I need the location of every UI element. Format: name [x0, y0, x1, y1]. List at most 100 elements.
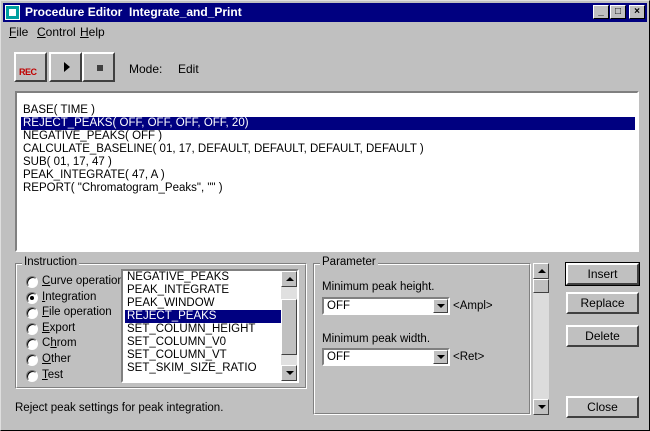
dropdown-button[interactable]: [433, 299, 448, 313]
list-item[interactable]: SET_SKIM_SIZE_RATIO: [125, 362, 283, 375]
record-button[interactable]: REC: [14, 52, 47, 82]
radio-label-accel: F: [42, 306, 50, 318]
list-scroll-down-button[interactable]: [281, 365, 297, 381]
min-peak-height-value: OFF: [327, 300, 350, 312]
menu-file-rest: ile: [16, 25, 29, 39]
menu-bar: File Control Help: [3, 23, 647, 41]
radio-button[interactable]: [26, 354, 38, 366]
stop-icon: [97, 65, 103, 71]
mode-label: Mode:: [129, 62, 163, 76]
radio-label-rest: urve operation: [50, 275, 124, 287]
insert-button[interactable]: Insert: [565, 262, 640, 286]
script-line-selected[interactable]: REJECT_PEAKS( OFF, OFF, OFF, OFF, 20): [21, 117, 635, 130]
script-line[interactable]: CALCULATE_BASELINE( 01, 17, DEFAULT, DEF…: [21, 143, 424, 156]
maximize-icon: □: [614, 6, 622, 17]
arrow-down-icon: [286, 371, 294, 375]
radio-label-rest: est: [47, 369, 64, 381]
maximize-button[interactable]: □: [610, 5, 626, 19]
mode-value: Edit: [178, 62, 199, 76]
list-item[interactable]: SET_COLUMN_VT: [125, 349, 283, 362]
title-bar[interactable]: Procedure Editor Integrate_and_Print _ □…: [3, 3, 647, 22]
menu-help-accel: H: [80, 25, 89, 39]
stop-button[interactable]: [82, 52, 115, 82]
parameter-group-title: Parameter: [320, 256, 378, 268]
script-line[interactable]: REPORT( "Chromatogram_Peaks", "" ): [21, 182, 223, 195]
param-scroll-down-button[interactable]: [533, 399, 549, 415]
min-peak-width-label: Minimum peak width.: [322, 333, 431, 345]
script-line[interactable]: NEGATIVE_PEAKS( OFF ): [21, 130, 162, 143]
procedure-script-box[interactable]: BASE( TIME ) REJECT_PEAKS( OFF, OFF, OFF…: [15, 91, 639, 252]
list-scroll-up-button[interactable]: [281, 271, 297, 287]
close-button[interactable]: Close: [566, 396, 639, 418]
instruction-group-title: Instruction: [22, 256, 80, 268]
script-line[interactable]: PEAK_INTEGRATE( 47, A ): [21, 169, 165, 182]
radio-button[interactable]: [26, 307, 38, 319]
play-icon: [64, 62, 70, 72]
menu-help-rest: elp: [88, 25, 105, 39]
chevron-down-icon: [437, 355, 445, 359]
list-item[interactable]: PEAK_INTEGRATE: [125, 284, 283, 297]
radio-label-rest: xport: [49, 322, 76, 334]
list-item[interactable]: SET_COLUMN_V0: [125, 336, 283, 349]
menu-file[interactable]: File: [9, 25, 28, 39]
close-icon: ×: [634, 6, 640, 17]
min-peak-width-select[interactable]: OFF: [322, 348, 450, 366]
list-item[interactable]: PEAK_WINDOW: [125, 297, 283, 310]
radio-label-accel: O: [42, 353, 51, 365]
list-item[interactable]: NEGATIVE_PEAKS: [125, 271, 283, 284]
radio-button[interactable]: [26, 323, 38, 335]
list-item[interactable]: SET_COLUMN_HEIGHT: [125, 323, 283, 336]
menu-control-accel: C: [37, 25, 46, 39]
chevron-down-icon: [437, 304, 445, 308]
window-title: Procedure Editor Integrate_and_Print: [25, 5, 242, 19]
radio-label-accel: E: [42, 322, 50, 334]
dropdown-button[interactable]: [433, 350, 448, 364]
arrow-up-icon: [286, 277, 294, 281]
minimize-button[interactable]: _: [593, 5, 609, 19]
close-window-button[interactable]: ×: [629, 5, 645, 19]
status-description: Reject peak settings for peak integratio…: [15, 402, 224, 414]
procedure-editor-window: Procedure Editor Integrate_and_Print _ □…: [0, 0, 650, 431]
radio-label-rest: rom: [56, 337, 77, 349]
radio-label: File operation: [42, 305, 112, 320]
radio-label: Test: [42, 368, 63, 383]
menu-control-rest: ontrol: [45, 25, 76, 39]
min-peak-height-label: Minimum peak height.: [322, 281, 435, 293]
min-peak-width-unit: <Ret>: [453, 351, 485, 363]
minimize-icon: _: [598, 6, 604, 17]
radio-button[interactable]: [26, 338, 38, 350]
script-line[interactable]: BASE( TIME ): [21, 104, 95, 117]
menu-control[interactable]: Control: [37, 25, 76, 39]
record-icon: REC: [19, 67, 37, 77]
radio-button[interactable]: [26, 370, 38, 382]
radio-label: Other: [42, 352, 71, 367]
radio-button-selected[interactable]: [26, 292, 38, 304]
radio-label: Integration: [42, 290, 96, 305]
min-peak-height-select[interactable]: OFF: [322, 297, 450, 315]
play-button[interactable]: [49, 52, 82, 82]
parameter-scrollbar[interactable]: [533, 263, 549, 415]
list-scrollbar[interactable]: [281, 271, 297, 381]
param-scroll-thumb[interactable]: [533, 279, 549, 293]
radio-label: Export: [42, 321, 75, 336]
list-scroll-thumb[interactable]: [281, 299, 297, 355]
radio-button[interactable]: [26, 276, 38, 288]
script-line[interactable]: SUB( 01, 17, 47 ): [21, 156, 112, 169]
arrow-up-icon: [538, 269, 546, 273]
min-peak-width-value: OFF: [327, 351, 350, 363]
arrow-down-icon: [538, 405, 546, 409]
replace-button[interactable]: Replace: [566, 292, 639, 314]
min-peak-height-unit: <Ampl>: [453, 300, 493, 312]
parameter-group: Parameter Minimum peak height. OFF <Ampl…: [313, 256, 531, 415]
radio-label: Chrom: [42, 336, 77, 351]
param-scroll-up-button[interactable]: [533, 263, 549, 279]
radio-label: Curve operation: [42, 274, 124, 289]
list-item-selected[interactable]: REJECT_PEAKS: [125, 310, 283, 323]
delete-button[interactable]: Delete: [566, 325, 639, 347]
menu-help[interactable]: Help: [80, 25, 105, 39]
radio-label-rest: ntegration: [45, 291, 97, 303]
radio-label-rest: ile operation: [49, 306, 112, 318]
app-icon: [5, 5, 20, 20]
command-listbox[interactable]: NEGATIVE_PEAKS PEAK_INTEGRATE PEAK_WINDO…: [121, 269, 299, 383]
radio-label-rest: ther: [50, 353, 71, 365]
